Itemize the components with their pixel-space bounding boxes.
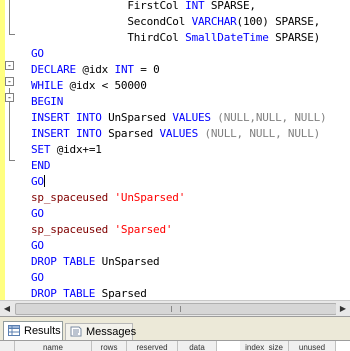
code-token: @idx [75,63,115,76]
code-line[interactable]: sp_spaceused 'Sparsed' [0,222,350,238]
code-line[interactable]: GO [0,174,350,190]
code-token: SPARSE) [268,31,321,44]
code-token: SecondCol [31,15,192,28]
code-token: GO [31,47,44,60]
arrow-left-icon[interactable]: ◀ [0,301,14,316]
code-token: (100) SPARSE, [236,15,321,28]
code-line[interactable]: INSERT INTO Sparsed VALUES (NULL, NULL, … [0,126,350,142]
code-line[interactable]: SET @idx+=1 [0,142,350,158]
code-line[interactable]: GO [0,238,350,254]
code-token: Sparsed [101,127,160,140]
code-text: sp_spaceused 'UnSparsed' [31,190,185,206]
code-text: GO [31,46,44,62]
code-text: GO [31,174,45,190]
code-text: WHILE @idx < 50000 [31,78,147,94]
code-line[interactable]: sp_spaceused 'UnSparsed' [0,190,350,206]
tab-results[interactable]: Results [3,321,63,340]
code-line[interactable]: DECLARE @idx INT = 0 [0,62,350,78]
code-token: DROP TABLE [31,255,96,268]
code-token: BEGIN [31,95,64,108]
code-token: GO [31,207,44,220]
messages-icon [70,326,82,337]
code-token: SET [31,143,51,156]
code-text: SET @idx+=1 [31,142,102,158]
code-text: INSERT INTO Sparsed VALUES (NULL, NULL, … [31,126,320,142]
collapse-icon[interactable]: - [5,61,14,70]
code-token: VALUES [172,111,211,124]
code-token: DROP TABLE [31,287,96,300]
code-token: sp_spaceused [31,191,115,204]
code-token: (NULL,NULL, NULL) [210,111,327,124]
sql-editor[interactable]: FirstCol INT SPARSE, SecondCol VARCHAR(1… [0,0,350,308]
code-line[interactable]: DROP TABLE UnSparsed [0,254,350,270]
code-token: INT [114,63,134,76]
code-token: @idx+=1 [50,143,102,156]
code-line[interactable]: ThirdCol SmallDateTime SPARSE) [0,30,350,46]
code-token: WHILE [31,79,64,92]
code-text: GO [31,206,44,222]
tab-messages[interactable]: Messages [65,323,137,340]
code-text: sp_spaceused 'Sparsed' [31,222,173,238]
tab-results-label: Results [24,325,61,337]
code-line[interactable]: FirstCol INT SPARSE, [0,0,350,14]
code-text: END [31,158,50,174]
code-line[interactable]: WHILE @idx < 50000 [0,78,350,94]
code-text: GO [31,270,44,286]
code-token: GO [31,239,44,252]
tab-messages-label: Messages [86,326,137,338]
code-token: GO [31,271,44,284]
code-token: @idx < 50000 [63,79,147,92]
code-token: SmallDateTime [185,31,269,44]
code-token: FirstCol [31,0,186,12]
code-line[interactable]: END [0,158,350,174]
code-line[interactable]: GO [0,270,350,286]
code-line[interactable]: INSERT INTO UnSparsed VALUES (NULL,NULL,… [0,110,350,126]
grid-icon [8,325,20,336]
grip-icon [171,306,181,312]
code-token: ThirdCol [31,31,186,44]
code-token: Sparsed [95,287,147,300]
code-token: (NULL, NULL, NULL) [198,127,321,140]
code-token: UnSparsed [95,255,160,268]
code-text: GO [31,238,44,254]
code-token: 'Sparsed' [114,223,173,236]
code-text: INSERT INTO UnSparsed VALUES (NULL,NULL,… [31,110,327,126]
code-token: UnSparsed [101,111,173,124]
code-token: VALUES [159,127,199,140]
code-text: FirstCol INT SPARSE, [31,0,256,14]
code-text: DROP TABLE UnSparsed [31,254,160,270]
code-token: SPARSE, [204,0,256,12]
code-token: DECLARE [31,63,76,76]
code-token: 'UnSparsed' [114,191,186,204]
collapse-icon[interactable]: - [5,77,14,86]
code-line[interactable]: BEGIN [0,94,350,110]
horizontal-scrollbar[interactable]: ◀ ▶ [0,300,350,316]
code-token: INSERT INTO [31,111,102,124]
code-text: SecondCol VARCHAR(100) SPARSE, [31,14,320,30]
code-token: INSERT INTO [31,127,102,140]
code-text: DECLARE @idx INT = 0 [31,62,160,78]
code-token: = 0 [133,63,160,76]
code-token: sp_spaceused [31,223,115,236]
arrow-right-icon[interactable]: ▶ [336,301,350,316]
results-tab-strip: Results Messages [0,316,350,341]
collapse-icon[interactable]: - [5,93,14,102]
code-text: ThirdCol SmallDateTime SPARSE) [31,30,320,46]
code-token: END [31,159,51,172]
text-caret [43,175,45,187]
code-text: BEGIN [31,94,63,110]
code-token: INT [185,0,205,12]
code-line[interactable]: SecondCol VARCHAR(100) SPARSE, [0,14,350,30]
code-token: VARCHAR [191,15,237,28]
code-token: GO [31,175,44,188]
results-grid[interactable]: name rows reserved data index_size unuse… [0,340,350,351]
scroll-thumb[interactable] [15,303,337,315]
code-line[interactable]: GO [0,46,350,62]
code-line[interactable]: GO [0,206,350,222]
